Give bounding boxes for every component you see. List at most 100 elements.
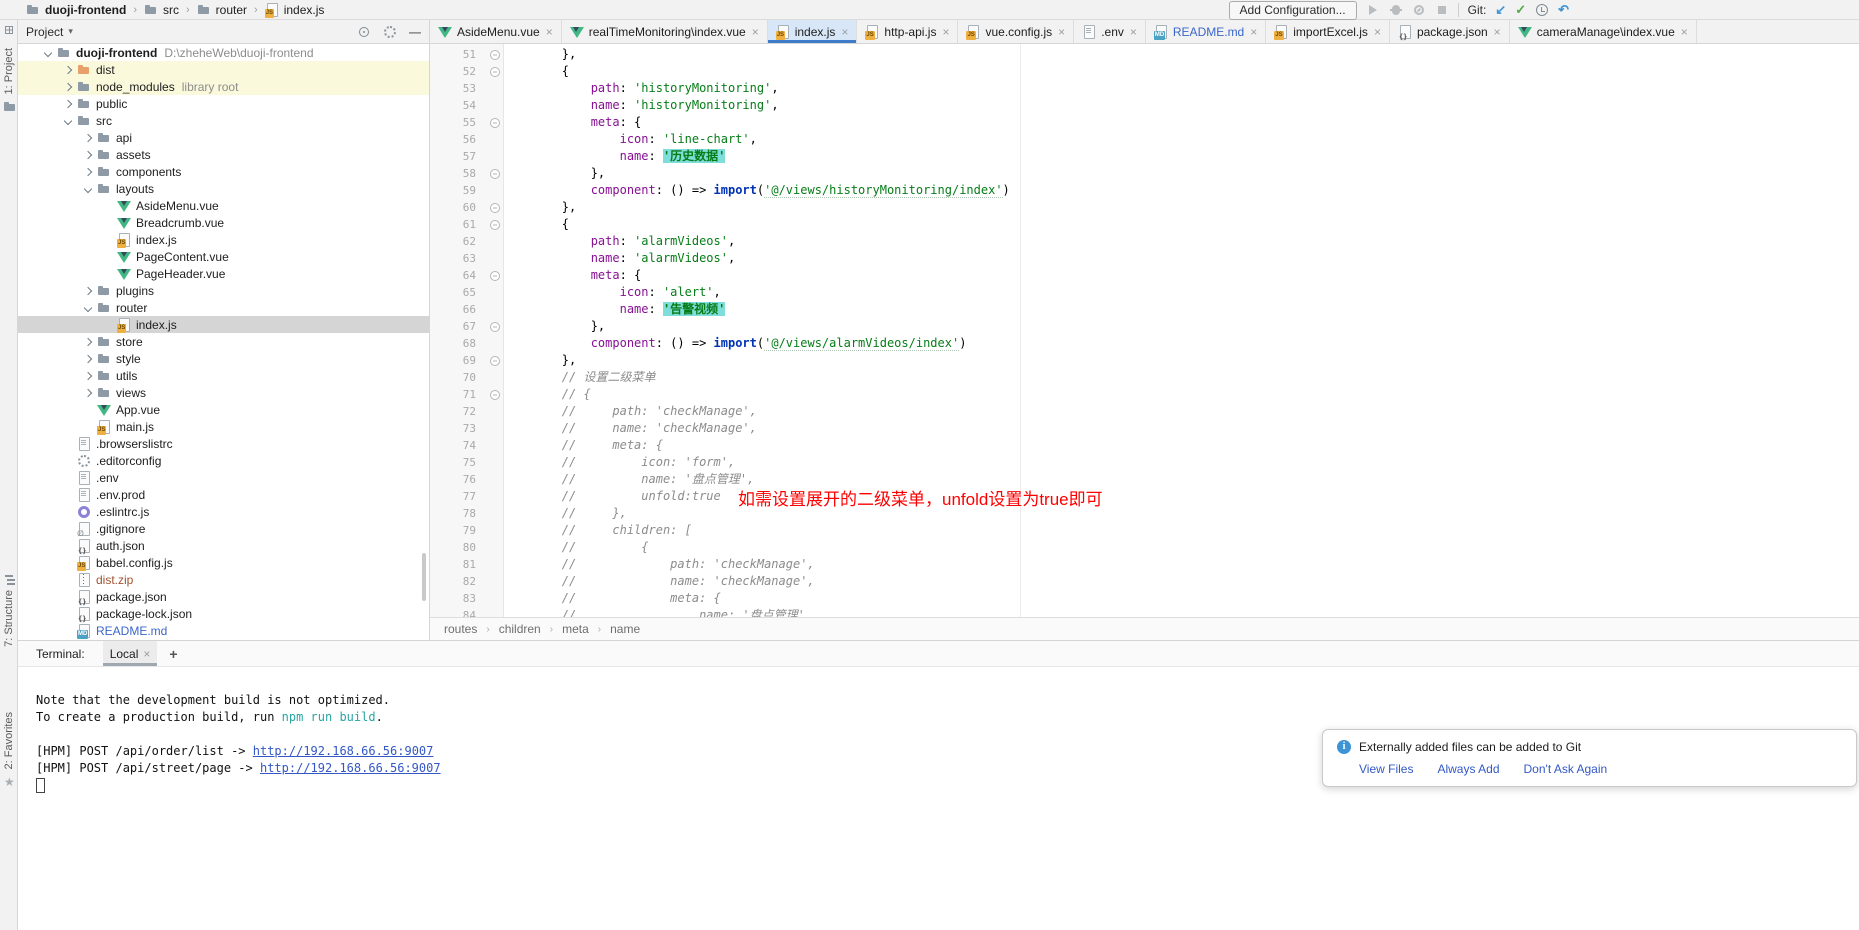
tree-item-style[interactable]: style [18,350,429,367]
tab-http-api-js[interactable]: http-api.js× [857,20,958,43]
close-icon[interactable]: × [841,25,848,39]
tree-item-views[interactable]: views [18,384,429,401]
add-configuration-button[interactable]: Add Configuration... [1229,1,1357,20]
tree-item-asidemenu-vue[interactable]: AsideMenu.vue [18,197,429,214]
tree-item-public[interactable]: public [18,95,429,112]
tree-item-components[interactable]: components [18,163,429,180]
close-icon[interactable]: × [1130,25,1137,39]
tree-item-package-json[interactable]: package.json [18,588,429,605]
chevron-right-icon[interactable] [82,387,94,399]
breadcrumb-meta[interactable]: meta [562,622,589,636]
tree-item-duoji-frontend[interactable]: duoji-frontendD:\zheheWeb\duoji-frontend [18,44,429,61]
chevron-right-icon[interactable] [62,64,74,76]
tree-item-api[interactable]: api [18,129,429,146]
tree-item-env[interactable]: .env [18,469,429,486]
debug-icon[interactable] [1389,3,1403,17]
close-icon[interactable]: × [1250,25,1257,39]
terminal-link[interactable]: http://192.168.66.56:9007 [253,744,434,758]
chevron-down-icon[interactable] [82,183,94,195]
tree-scrollbar[interactable] [422,553,426,601]
fold-marker-icon[interactable] [486,216,503,233]
fold-marker-icon[interactable] [486,267,503,284]
chevron-down-icon[interactable] [82,302,94,314]
fold-marker-icon[interactable] [486,199,503,216]
fold-marker-icon[interactable] [486,386,503,403]
tree-item-editorconfig[interactable]: .editorconfig [18,452,429,469]
tree-item-main-js[interactable]: main.js [18,418,429,435]
tree-item-browserslistrc[interactable]: .browserslistrc [18,435,429,452]
profiler-icon[interactable] [1412,3,1426,17]
breadcrumb-children[interactable]: children [499,622,541,636]
tool-stripe-favorites[interactable]: 2: Favorites [0,712,18,789]
breadcrumb-file[interactable]: index.js [265,3,325,17]
chevron-right-icon[interactable] [62,98,74,110]
tree-item-pageheader-vue[interactable]: PageHeader.vue [18,265,429,282]
tree-item-gitignore[interactable]: .gitignore [18,520,429,537]
breadcrumb-routes[interactable]: routes [444,622,477,636]
tab-cameramanage-index-vue[interactable]: cameraManage\index.vue× [1510,20,1697,43]
new-terminal-icon[interactable]: + [169,646,177,662]
breadcrumb-name[interactable]: name [610,622,640,636]
tool-stripe-project[interactable]: 1: Project [0,48,18,112]
hide-panel-icon[interactable]: — [409,25,421,39]
close-icon[interactable]: × [1681,25,1688,39]
project-panel-title[interactable]: Project [26,25,63,39]
close-icon[interactable]: × [1494,25,1501,39]
fold-marker-icon[interactable] [486,63,503,80]
tree-item-index-js[interactable]: index.js [18,231,429,248]
tree-item-env-prod[interactable]: .env.prod [18,486,429,503]
close-icon[interactable]: × [143,647,150,661]
close-icon[interactable]: × [1374,25,1381,39]
chevron-down-icon[interactable] [62,115,74,127]
close-icon[interactable]: × [942,25,949,39]
chevron-right-icon[interactable] [62,81,74,93]
close-icon[interactable]: × [752,25,759,39]
run-icon[interactable] [1366,3,1380,17]
git-update-icon[interactable]: ↙ [1495,3,1506,17]
tree-item-pagecontent-vue[interactable]: PageContent.vue [18,248,429,265]
chevron-down-icon[interactable] [42,47,54,59]
code-editor[interactable]: 5152535455565758596061626364656667686970… [430,44,1859,617]
tool-stripe-structure[interactable]: 7: Structure [0,572,18,647]
chevron-right-icon[interactable] [82,149,94,161]
fold-marker-icon[interactable] [486,114,503,131]
tree-item-readme-md[interactable]: README.md [18,622,429,639]
tab-realtimemonitoring-index-vue[interactable]: realTimeMonitoring\index.vue× [562,20,768,43]
notification-action-always-add[interactable]: Always Add [1437,762,1499,776]
tree-item-router[interactable]: router [18,299,429,316]
terminal-output[interactable]: Note that the development build is not o… [18,667,1859,930]
close-icon[interactable]: × [546,25,553,39]
terminal-link[interactable]: http://192.168.66.56:9007 [260,761,441,775]
notification-action-view-files[interactable]: View Files [1359,762,1413,776]
tree-item-auth-json[interactable]: auth.json [18,537,429,554]
fold-marker-icon[interactable] [486,352,503,369]
fold-marker-icon[interactable] [486,318,503,335]
tab-package-json[interactable]: package.json× [1390,20,1510,43]
close-icon[interactable]: × [1058,25,1065,39]
breadcrumb-src[interactable]: src [144,3,179,17]
chevron-right-icon[interactable] [82,132,94,144]
stop-icon[interactable] [1435,3,1449,17]
breadcrumb-router[interactable]: router [197,3,247,17]
tree-item-package-lock-json[interactable]: package-lock.json [18,605,429,622]
tree-item-dist-zip[interactable]: dist.zip [18,571,429,588]
chevron-right-icon[interactable] [82,285,94,297]
tree-item-babel-config-js[interactable]: babel.config.js [18,554,429,571]
tree-item-src[interactable]: src [18,112,429,129]
tab-importexcel-js[interactable]: importExcel.js× [1266,20,1390,43]
tool-window-switcher[interactable] [0,24,18,36]
fold-marker-icon[interactable] [486,46,503,63]
fold-marker-icon[interactable] [486,165,503,182]
tab-asidemenu-vue[interactable]: AsideMenu.vue× [430,20,562,43]
tree-item-utils[interactable]: utils [18,367,429,384]
tree-item-app-vue[interactable]: App.vue [18,401,429,418]
git-commit-icon[interactable]: ✓ [1515,3,1526,17]
tree-item-plugins[interactable]: plugins [18,282,429,299]
rollback-icon[interactable]: ↶ [1558,3,1569,17]
tree-item-layouts[interactable]: layouts [18,180,429,197]
tab-readme-md[interactable]: README.md× [1146,20,1266,43]
history-icon[interactable] [1535,3,1549,17]
breadcrumb-project[interactable]: duoji-frontend [26,3,126,17]
notification-action-don-t-ask-again[interactable]: Don't Ask Again [1524,762,1608,776]
tree-item-eslintrc-js[interactable]: .eslintrc.js [18,503,429,520]
